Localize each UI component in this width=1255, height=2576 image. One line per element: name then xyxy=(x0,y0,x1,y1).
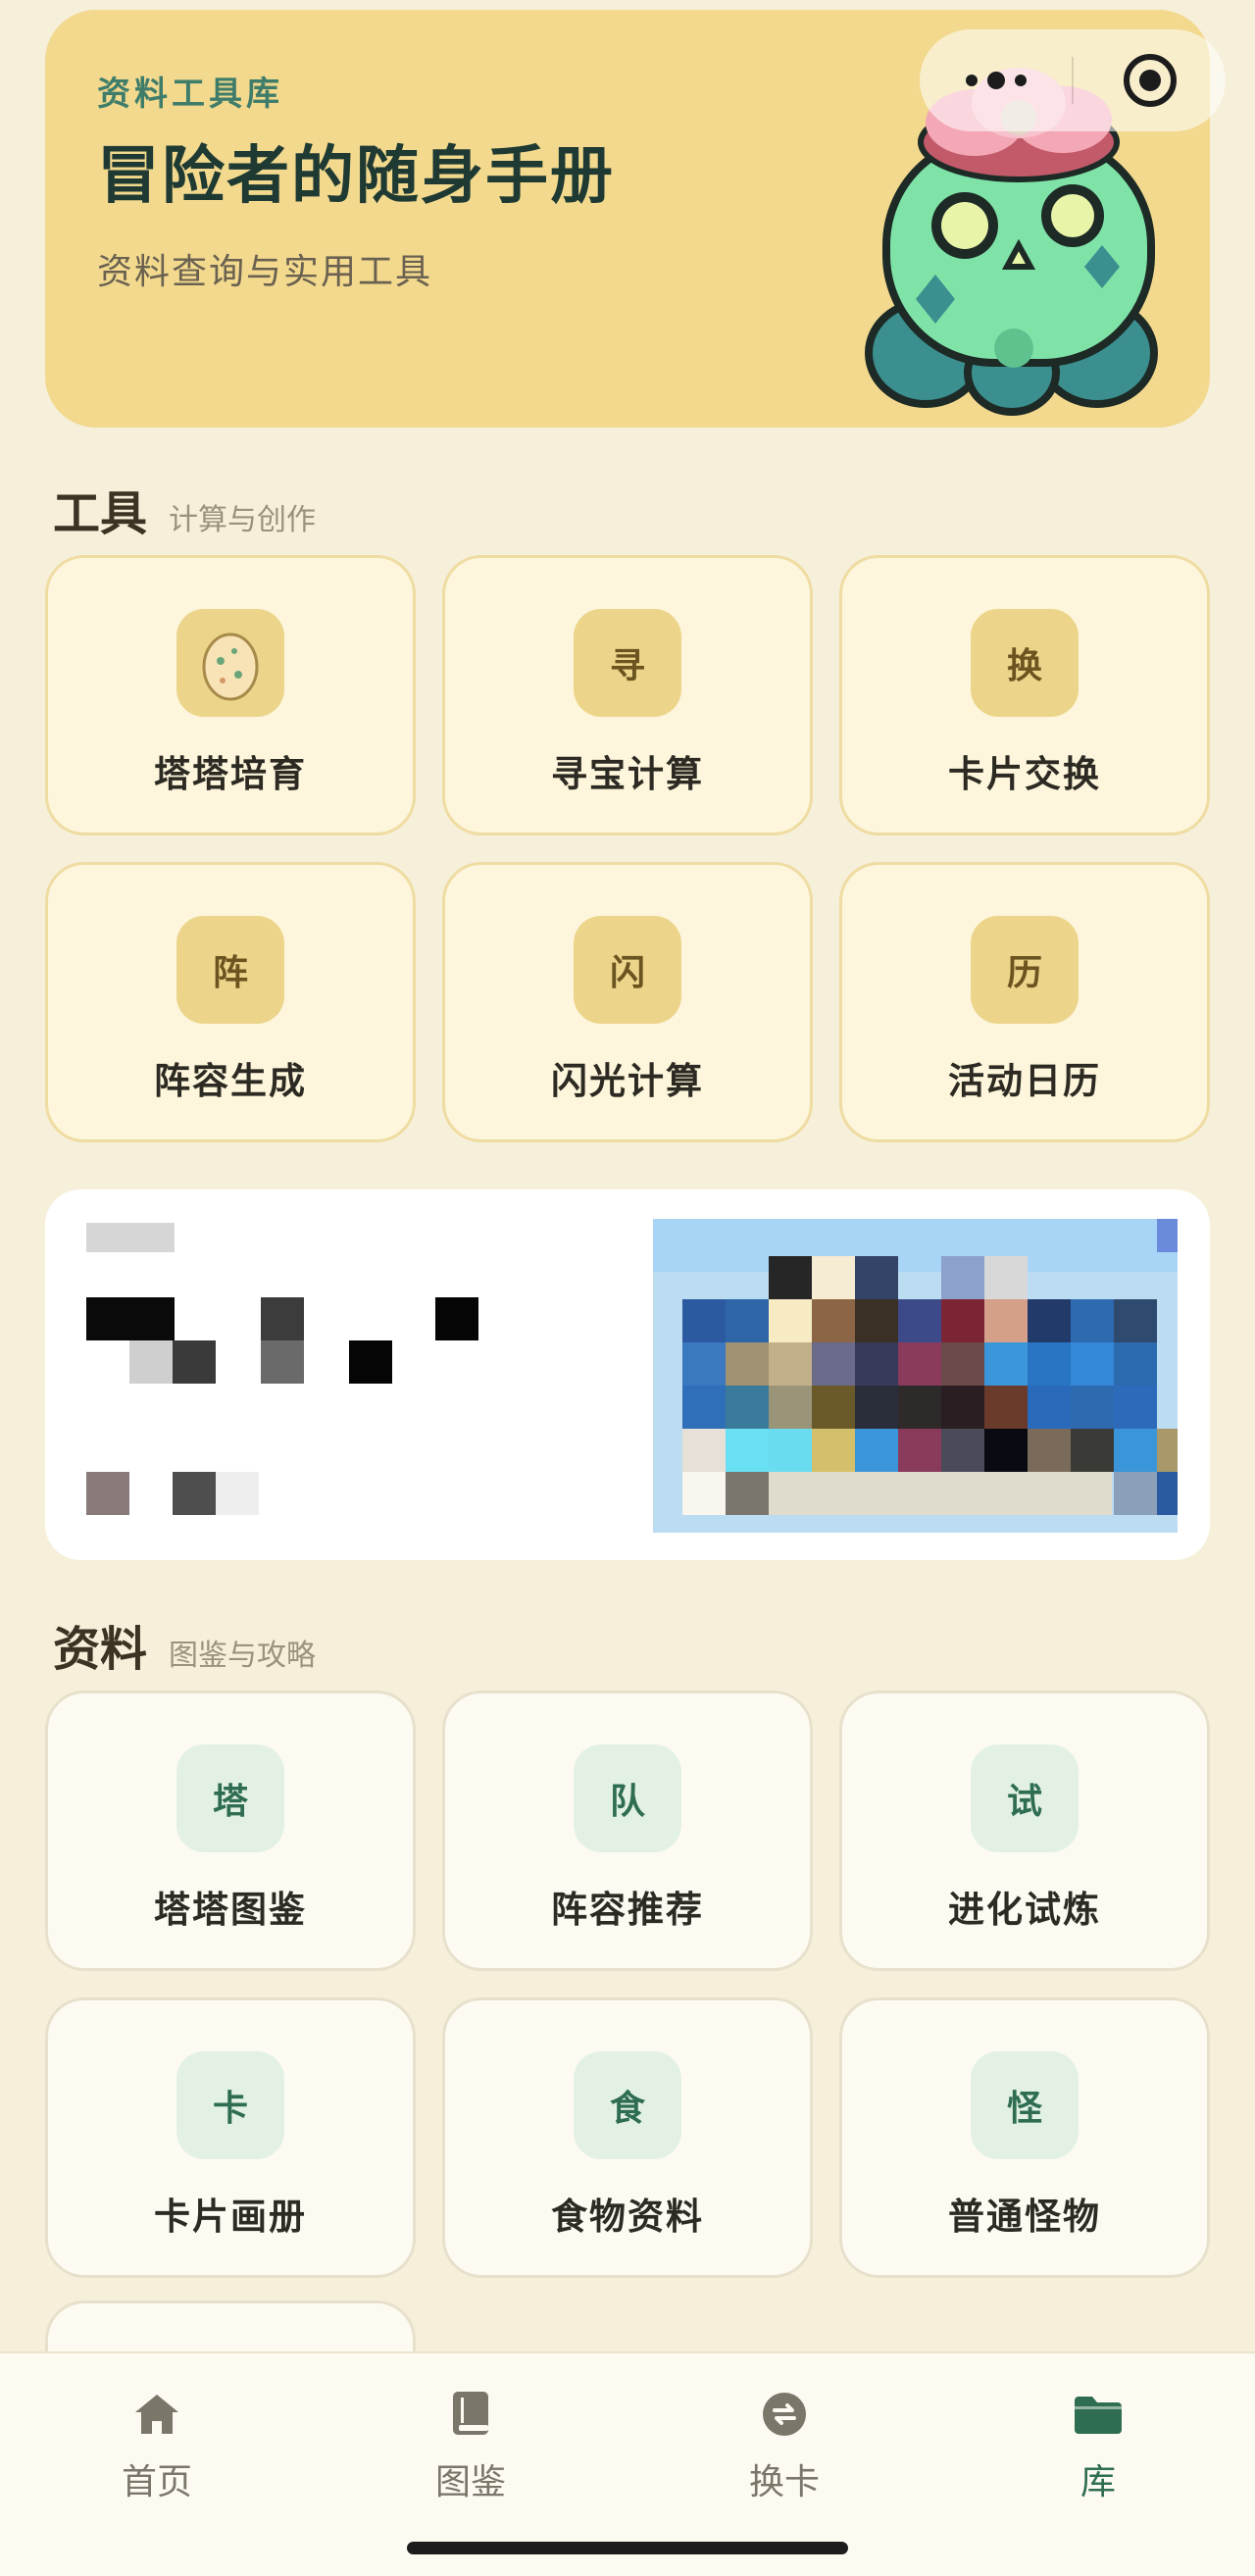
tool-tile-shiny-calc[interactable]: 闪 闪光计算 xyxy=(442,862,813,1142)
obscured-image xyxy=(653,1219,1178,1533)
info-tile-normal-monsters[interactable]: 怪 普通怪物 xyxy=(839,1997,1210,2278)
tab-encyclopedia[interactable]: 图鉴 xyxy=(373,2387,569,2504)
tab-label: 库 xyxy=(1079,2462,1116,2502)
obscured-block xyxy=(86,1297,175,1340)
tile-label: 寻宝计算 xyxy=(551,753,704,795)
home-icon xyxy=(129,2387,184,2442)
tile-badge: 换 xyxy=(971,609,1079,717)
tile-badge: 塔 xyxy=(176,1744,284,1852)
tool-tile-treasure-calc[interactable]: 寻 寻宝计算 xyxy=(442,555,813,835)
tool-tile-lineup-generator[interactable]: 阵 阵容生成 xyxy=(45,862,416,1142)
tool-tile-card-exchange[interactable]: 换 卡片交换 xyxy=(839,555,1210,835)
obscured-block xyxy=(349,1340,392,1384)
tile-label: 阵容生成 xyxy=(154,1060,307,1102)
mini-program-capsule xyxy=(920,29,1226,131)
hero-eyebrow: 资料工具库 xyxy=(97,75,283,114)
exchange-icon xyxy=(757,2387,812,2442)
info-tile-pet-encyclopedia[interactable]: 塔 塔塔图鉴 xyxy=(45,1691,416,1971)
tile-badge: 阵 xyxy=(176,916,284,1024)
tile-label: 闪光计算 xyxy=(551,1060,704,1102)
target-close-icon xyxy=(1123,54,1177,107)
info-tile-evolution-trial[interactable]: 试 进化试炼 xyxy=(839,1691,1210,1971)
info-section-header: 资料 图鉴与攻略 xyxy=(53,1610,316,1679)
tile-badge: 试 xyxy=(971,1744,1079,1852)
tile-label: 卡片画册 xyxy=(154,2196,307,2238)
tile-badge: 怪 xyxy=(971,2051,1079,2159)
tab-label: 图鉴 xyxy=(434,2462,506,2502)
tools-section-title: 工具 xyxy=(53,486,148,541)
tile-label: 普通怪物 xyxy=(948,2196,1101,2238)
tool-tile-pet-breeding[interactable]: 塔塔培育 xyxy=(45,555,416,835)
folder-icon xyxy=(1071,2387,1126,2442)
tile-label: 塔塔培育 xyxy=(154,753,307,795)
obscured-block xyxy=(261,1297,304,1340)
obscured-block xyxy=(173,1472,216,1515)
obscured-block xyxy=(216,1472,259,1515)
tile-badge: 闪 xyxy=(574,916,681,1024)
tile-label: 活动日历 xyxy=(948,1060,1101,1102)
egg-badge xyxy=(176,609,284,717)
tile-label: 塔塔图鉴 xyxy=(154,1889,307,1931)
tile-label: 进化试炼 xyxy=(948,1889,1101,1931)
obscured-block xyxy=(86,1223,175,1252)
more-dots-icon xyxy=(965,72,1027,89)
tab-card-exchange[interactable]: 换卡 xyxy=(686,2387,882,2504)
tab-library[interactable]: 库 xyxy=(1000,2387,1196,2504)
tools-grid: 塔塔培育 寻 寻宝计算 换 卡片交换 阵 阵容生成 闪 闪光计算 历 活动日历 xyxy=(45,555,1210,1142)
info-section-subtitle: 图鉴与攻略 xyxy=(169,1639,317,1673)
more-button[interactable] xyxy=(920,29,1072,131)
tile-badge: 队 xyxy=(574,1744,681,1852)
obscured-block xyxy=(261,1340,304,1384)
hero-title: 冒险者的随身手册 xyxy=(97,140,615,213)
book-icon xyxy=(443,2387,498,2442)
tools-section-subtitle: 计算与创作 xyxy=(169,503,317,537)
info-tile-lineup-recommend[interactable]: 队 阵容推荐 xyxy=(442,1691,813,1971)
tools-section-header: 工具 计算与创作 xyxy=(53,475,316,543)
tile-badge: 食 xyxy=(574,2051,681,2159)
tile-badge: 寻 xyxy=(574,609,681,717)
tab-label: 首页 xyxy=(121,2462,192,2502)
info-grid: 塔 塔塔图鉴 队 阵容推荐 试 进化试炼 卡 卡片画册 食 食物资料 怪 普通怪… xyxy=(45,1691,1210,2278)
info-tile-card-album[interactable]: 卡 卡片画册 xyxy=(45,1997,416,2278)
hero-subtitle: 资料查询与实用工具 xyxy=(97,252,433,292)
info-section-title: 资料 xyxy=(53,1622,148,1677)
obscured-block xyxy=(129,1340,173,1384)
tile-label: 食物资料 xyxy=(551,2196,704,2238)
tile-label: 卡片交换 xyxy=(948,753,1101,795)
obscured-block xyxy=(435,1297,478,1340)
tile-badge: 卡 xyxy=(176,2051,284,2159)
tool-tile-event-calendar[interactable]: 历 活动日历 xyxy=(839,862,1210,1142)
close-miniprogram-button[interactable] xyxy=(1074,29,1226,131)
tile-badge: 历 xyxy=(971,916,1079,1024)
home-indicator xyxy=(407,2542,848,2554)
ad-banner[interactable] xyxy=(45,1189,1210,1560)
info-tile-partial[interactable] xyxy=(45,2300,416,2359)
tile-label: 阵容推荐 xyxy=(551,1889,704,1931)
tab-home[interactable]: 首页 xyxy=(59,2387,255,2504)
info-tile-food-data[interactable]: 食 食物资料 xyxy=(442,1997,813,2278)
obscured-block xyxy=(173,1340,216,1384)
obscured-block xyxy=(86,1472,129,1515)
tab-label: 换卡 xyxy=(748,2462,820,2502)
egg-icon xyxy=(202,632,259,701)
